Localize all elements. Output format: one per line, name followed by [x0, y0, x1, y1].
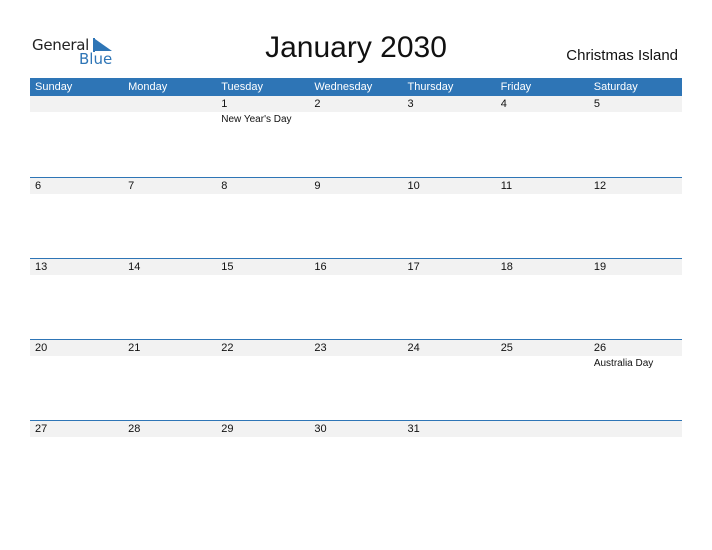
day-number: 23 — [314, 342, 327, 354]
day-cell: 13 — [30, 259, 123, 340]
day-number: 7 — [128, 180, 135, 192]
weekday-sunday: Sunday — [35, 81, 73, 93]
day-cell: 8 — [216, 178, 309, 259]
week-row: 13 14 15 16 17 18 19 — [30, 258, 682, 340]
day-cell: 24 — [403, 340, 496, 421]
weekday-thursday: Thursday — [407, 81, 454, 93]
day-cell: 31 — [403, 421, 496, 502]
day-number: 2 — [314, 98, 321, 110]
day-number: 29 — [221, 423, 234, 435]
day-cell: 2 — [309, 96, 402, 177]
day-number: 13 — [35, 261, 48, 273]
day-number: 21 — [128, 342, 141, 354]
day-cell: 11 — [496, 178, 589, 259]
week-row: 20 21 22 23 24 25 26 Australia Day — [30, 339, 682, 421]
day-cell: 30 — [309, 421, 402, 502]
day-number: 26 — [593, 342, 607, 354]
region-label: Christmas Island — [566, 47, 678, 64]
day-cell: 22 — [216, 340, 309, 421]
day-cell: 27 — [30, 421, 123, 502]
weekday-tuesday: Tuesday — [221, 81, 264, 93]
day-cell: 26 Australia Day — [589, 340, 682, 421]
holiday-label: Australia Day — [593, 358, 654, 369]
day-cell — [123, 96, 216, 177]
day-number: 24 — [407, 342, 420, 354]
day-cell: 29 — [216, 421, 309, 502]
day-number: 30 — [314, 423, 327, 435]
day-number: 14 — [128, 261, 141, 273]
week-row: 27 28 29 30 31 — [30, 420, 682, 502]
day-number: 25 — [500, 342, 513, 354]
day-cell: 6 — [30, 178, 123, 259]
day-cell: 7 — [123, 178, 216, 259]
weekday-saturday: Saturday — [593, 81, 638, 93]
day-number: 6 — [35, 180, 42, 192]
day-number: 9 — [314, 180, 321, 192]
day-cell — [496, 421, 589, 502]
day-number: 11 — [500, 180, 513, 192]
day-number: 8 — [221, 180, 228, 192]
day-number: 1 — [221, 98, 228, 110]
day-number: 3 — [407, 98, 414, 110]
day-cell: 25 — [496, 340, 589, 421]
day-cell — [589, 421, 682, 502]
day-number: 5 — [593, 98, 600, 110]
day-cell: 12 — [589, 178, 682, 259]
day-number: 12 — [593, 180, 607, 192]
day-number: 15 — [221, 261, 234, 273]
weekday-friday: Friday — [500, 81, 532, 93]
week-row: 1 New Year's Day 2 3 4 5 — [30, 96, 682, 177]
day-cell: 28 — [123, 421, 216, 502]
holiday-label: New Year's Day — [221, 114, 292, 125]
day-cell: 3 — [403, 96, 496, 177]
day-cell: 1 New Year's Day — [216, 96, 309, 177]
day-number: 28 — [128, 423, 141, 435]
day-cell: 16 — [309, 259, 402, 340]
day-cell: 14 — [123, 259, 216, 340]
day-number: 10 — [407, 180, 420, 192]
day-cell: 4 — [496, 96, 589, 177]
day-number: 22 — [221, 342, 234, 354]
day-cell: 20 — [30, 340, 123, 421]
day-cell: 23 — [309, 340, 402, 421]
day-number: 18 — [500, 261, 513, 273]
day-number: 19 — [593, 261, 607, 273]
day-cell: 19 — [589, 259, 682, 340]
day-cell: 17 — [403, 259, 496, 340]
day-cell: 9 — [309, 178, 402, 259]
day-cell: 5 — [589, 96, 682, 177]
day-cell: 10 — [403, 178, 496, 259]
day-number: 16 — [314, 261, 327, 273]
day-number: 17 — [407, 261, 420, 273]
day-number: 4 — [500, 98, 507, 110]
day-number: 27 — [35, 423, 48, 435]
day-cell: 21 — [123, 340, 216, 421]
day-number: 20 — [35, 342, 48, 354]
day-cell: 15 — [216, 259, 309, 340]
week-row: 6 7 8 9 10 11 12 — [30, 177, 682, 259]
weekday-header: Sunday Monday Tuesday Wednesday Thursday Frid… — [30, 78, 682, 96]
day-cell — [30, 96, 123, 177]
day-cell: 18 — [496, 259, 589, 340]
day-number: 31 — [407, 423, 420, 435]
weekday-monday: Monday — [128, 81, 168, 93]
weekday-wednesday: Wednesday — [314, 81, 373, 93]
